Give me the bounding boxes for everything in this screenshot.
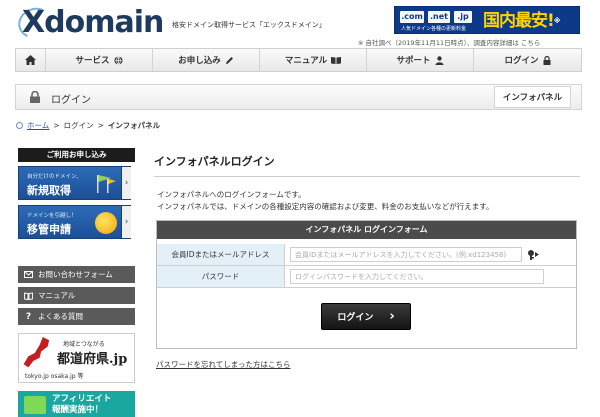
lock-icon [30, 91, 40, 103]
sidebar-faq[interactable]: ? よくある質問 [18, 308, 135, 325]
banner-headline-text: 国内最安! [483, 11, 555, 31]
forgot-password-link[interactable]: パスワードを忘れてしまった方はこちら [156, 359, 290, 370]
breadcrumb: ホーム > ログイン > インフォパネル [16, 120, 160, 131]
sidebar-heading: ご利用お申し込み [18, 148, 135, 162]
site-header: Xdomain 格安ドメイン取得サービス「エックスドメイン」 .com .net… [0, 0, 600, 48]
sidebar-contact-form[interactable]: お問い合わせフォーム [18, 266, 135, 283]
affiliate-line1: アフィリエイト [52, 394, 112, 404]
page-title-bar: ログイン インフォパネル [15, 84, 582, 110]
prefecture-jp-banner[interactable]: 地域とつながる 都道府県.jp tokyo.jp osaka.jp 等 [18, 333, 135, 383]
nav-service[interactable]: サービス [46, 49, 153, 71]
flag-icon [97, 175, 116, 193]
chevron-right-icon: › [121, 167, 131, 199]
infopanel-tab-button[interactable]: インフォパネル [494, 86, 571, 108]
sidebar-contact-label: お問い合わせフォーム [38, 270, 113, 279]
breadcrumb-home[interactable]: ホーム [27, 120, 49, 131]
affiliate-banner[interactable]: アフィリエイト 報酬実施中！ [18, 391, 135, 417]
affiliate-text: アフィリエイト 報酬実施中！ [52, 394, 111, 416]
login-submit-label: ログイン [337, 313, 374, 323]
breadcrumb-sep: > [97, 121, 104, 130]
nav-apply[interactable]: お申し込み [153, 49, 260, 71]
nav-login-label: ログイン [504, 56, 539, 66]
password-input[interactable] [290, 269, 544, 284]
nav-support[interactable]: サポート [367, 49, 474, 71]
sidebar-manual[interactable]: マニュアル [18, 287, 135, 304]
affiliate-line2: 報酬実施中！ [52, 405, 104, 415]
banner-headline-mark: ※ [553, 17, 561, 25]
prefecture-domains: tokyo.jp osaka.jp 等 [25, 373, 84, 380]
new-registration-small: 自分だけのドメイン、 [27, 174, 82, 180]
new-registration-banner[interactable]: 自分だけのドメイン、 新規取得 › [18, 166, 131, 200]
site-tagline: 格安ドメイン取得サービス「エックスドメイン」 [172, 21, 326, 29]
breadcrumb-marker-icon [16, 122, 23, 129]
breadcrumb-current: インフォパネル [107, 121, 161, 130]
banner-note: ※ 自社調べ（2019年11月11日時点）、調査内容詳細は こちら [358, 39, 541, 47]
prefecture-label: 都道府県.jp [57, 352, 128, 367]
sidebar-manual-label: マニュアル [38, 291, 76, 300]
nav-home[interactable] [16, 49, 46, 71]
person-icon [435, 55, 443, 65]
intro-text: インフォパネルへのログインフォームです。 インフォパネルでは、ドメインの各種設定… [157, 189, 494, 213]
section-divider [154, 176, 580, 177]
nav-service-label: サービス [75, 56, 110, 66]
nav-manual-label: マニュアル [284, 56, 328, 66]
chevron-right-icon: › [121, 206, 131, 238]
intro-line2: インフォパネルでは、ドメインの各種設定内容の確認および変更、料金のお支払いなどが… [157, 202, 494, 211]
form-row-id: 会員IDまたはメールアドレス [157, 244, 576, 266]
pencil-icon [225, 56, 233, 64]
login-form: インフォパネル ログインフォーム 会員IDまたはメールアドレス パスワード ログ… [156, 220, 577, 349]
global-nav: サービス お申し込み マニュアル サポート ログイン [15, 48, 582, 72]
chevron-right-icon: › [389, 309, 395, 324]
lowest-price-banner[interactable]: .com .net .jp 人気ドメイン各種の更新料金 国内最安!※ [394, 6, 580, 34]
breadcrumb-sep: > [53, 121, 60, 130]
login-submit-button[interactable]: ログイン › [321, 303, 411, 330]
home-icon [25, 55, 36, 65]
key-icon [528, 250, 539, 260]
ball-icon [95, 212, 117, 234]
lock-icon [543, 55, 550, 65]
question-icon: ? [25, 311, 32, 322]
globe-icon [114, 55, 122, 65]
transfer-small: ドメインを引越し！ [27, 213, 77, 219]
nav-apply-label: お申し込み [178, 56, 221, 66]
breadcrumb-login: ログイン [63, 121, 94, 130]
page-title: ログイン [51, 95, 91, 106]
new-registration-label: 新規取得 [27, 184, 71, 197]
transfer-banner[interactable]: ドメインを引越し！ 移管申請 › [18, 205, 131, 239]
banner-subtext: 人気ドメイン各種の更新料金 [401, 26, 467, 32]
xdomain-logo[interactable]: Xdomain [13, 3, 167, 43]
japan-map-icon [23, 337, 50, 368]
banner-tld-com: .com [400, 11, 424, 23]
banner-tld-net: .net [428, 11, 450, 23]
coin-icon [24, 396, 46, 414]
banner-tld-jp: .jp [454, 11, 472, 23]
transfer-label: 移管申請 [27, 223, 71, 236]
nav-support-label: サポート [396, 56, 431, 66]
section-title: インフォパネルログイン [154, 155, 275, 168]
password-label: パスワード [157, 266, 285, 287]
id-label: 会員IDまたはメールアドレス [157, 244, 285, 265]
form-row-password: パスワード [157, 266, 576, 288]
mail-icon [24, 270, 33, 279]
intro-line1: インフォパネルへのログインフォームです。 [157, 190, 306, 199]
logo-text: Xdomain [22, 5, 164, 40]
prefecture-small: 地域とつながる [63, 341, 105, 348]
member-id-input[interactable] [290, 247, 522, 262]
book-icon [331, 57, 342, 64]
login-form-heading: インフォパネル ログインフォーム [157, 221, 576, 239]
book-icon [24, 291, 33, 300]
nav-manual[interactable]: マニュアル [260, 49, 367, 71]
nav-login[interactable]: ログイン [474, 49, 581, 71]
sidebar-faq-label: よくある質問 [38, 312, 83, 321]
banner-headline: 国内最安!※ [483, 9, 561, 33]
